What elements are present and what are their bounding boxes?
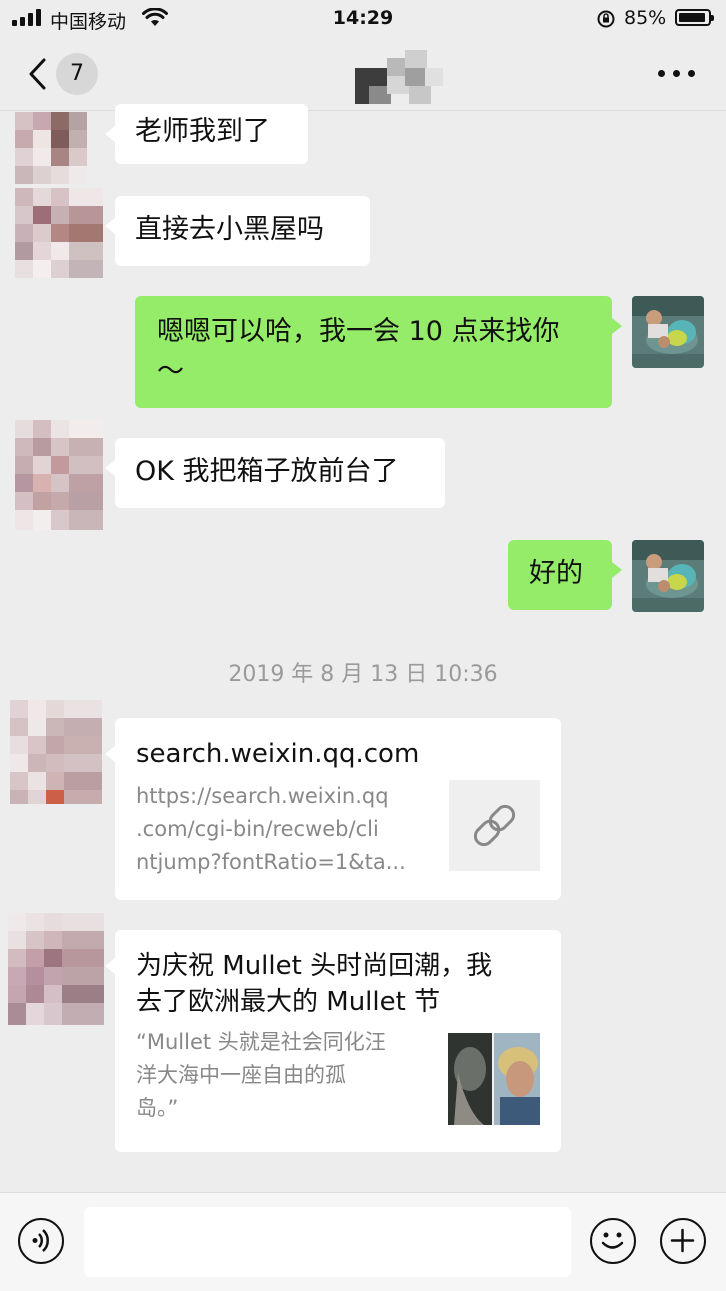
contact-avatar[interactable] <box>10 700 102 804</box>
article-card-title: 为庆祝 Mullet 头时尚回潮，我 去了欧洲最大的 Mullet 节 <box>136 948 492 1020</box>
message-text: 老师我到了 <box>135 116 270 147</box>
article-thumbnail <box>448 1033 540 1125</box>
article-desc-line: “Mullet 头就是社会同化汪 <box>136 1030 386 1054</box>
contact-avatar[interactable] <box>15 188 103 280</box>
received-message[interactable]: OK 我把箱子放前台了 <box>105 438 445 508</box>
article-thumbnail-image <box>448 1033 540 1125</box>
input-bar <box>0 1192 726 1291</box>
chat-title-pixelated <box>355 50 443 104</box>
status-bar: 中国移动 14:29 85% <box>0 0 726 36</box>
chat-header: 7 <box>0 36 726 111</box>
received-message[interactable]: 直接去小黑屋吗 <box>105 196 370 266</box>
contact-avatar[interactable] <box>15 112 87 186</box>
contact-avatar[interactable] <box>15 420 103 530</box>
received-message[interactable]: 老师我到了 <box>105 104 308 164</box>
unread-count-badge[interactable]: 7 <box>56 53 98 95</box>
link-icon <box>473 804 516 847</box>
my-avatar[interactable] <box>632 540 704 612</box>
link-card-desc-line: ntjump?fontRatio=1&ta... <box>136 850 406 874</box>
article-desc-line: 洋大海中一座自由的孤 <box>136 1063 346 1087</box>
back-chevron-icon[interactable] <box>22 54 58 94</box>
article-card-description: “Mullet 头就是社会同化汪 洋大海中一座自由的孤 岛。” <box>136 1026 386 1125</box>
link-card-title: search.weixin.qq.com <box>136 739 420 769</box>
battery-percent: 85% <box>624 7 667 29</box>
link-thumbnail <box>449 780 540 871</box>
my-avatar[interactable] <box>632 296 704 368</box>
sent-message[interactable]: 好的 <box>508 540 622 610</box>
link-card-desc-line: .com/cgi-bin/recweb/cli <box>136 817 379 841</box>
message-text: 好的 <box>529 558 583 589</box>
link-card-description: https://search.weixin.qq .com/cgi-bin/re… <box>136 780 406 879</box>
link-card[interactable]: search.weixin.qq.com https://search.weix… <box>105 718 561 900</box>
emoji-icon[interactable] <box>590 1218 636 1264</box>
message-input[interactable] <box>84 1207 571 1277</box>
contact-avatar[interactable] <box>8 913 104 1025</box>
article-card[interactable]: 为庆祝 Mullet 头时尚回潮，我 去了欧洲最大的 Mullet 节 “Mul… <box>105 930 561 1152</box>
article-desc-line: 岛。” <box>136 1096 179 1120</box>
article-title-line: 为庆祝 Mullet 头时尚回潮，我 <box>136 951 493 981</box>
link-card-desc-line: https://search.weixin.qq <box>136 784 389 808</box>
message-text: OK 我把箱子放前台了 <box>135 456 399 487</box>
plus-icon[interactable] <box>660 1218 706 1264</box>
message-text: 直接去小黑屋吗 <box>135 214 324 245</box>
voice-icon[interactable] <box>18 1218 64 1264</box>
battery-icon <box>675 9 714 26</box>
sent-message[interactable]: 嗯嗯可以哈，我一会 10 点来找你 ～ <box>135 296 622 408</box>
message-timestamp: 2019 年 8 月 13 日 10:36 <box>228 662 498 687</box>
message-text-line2: ～ <box>157 356 184 387</box>
more-icon[interactable] <box>658 70 698 78</box>
message-text-line1: 嗯嗯可以哈，我一会 10 点来找你 <box>157 316 560 347</box>
rotation-lock-icon <box>597 10 615 28</box>
my-avatar-photo <box>632 540 704 612</box>
clock: 14:29 <box>332 7 394 29</box>
article-title-line: 去了欧洲最大的 Mullet 节 <box>136 987 441 1017</box>
my-avatar-photo <box>632 296 704 368</box>
